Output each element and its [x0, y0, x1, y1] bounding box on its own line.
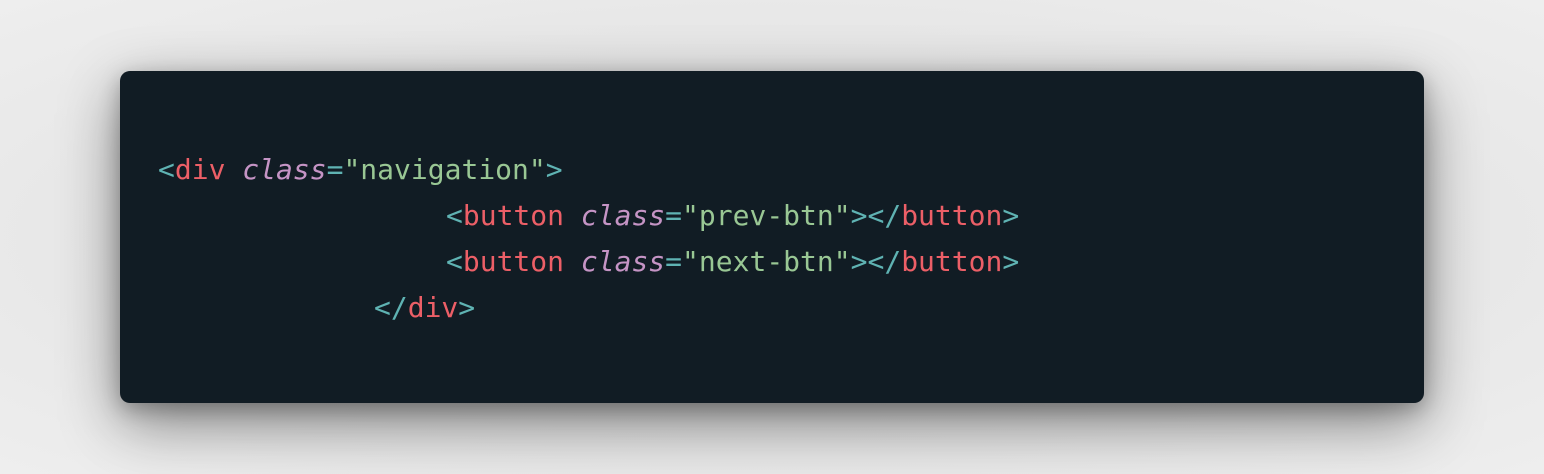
tag-name: button — [462, 199, 565, 232]
end-tag-name: button — [901, 199, 1003, 232]
tag-name: div — [174, 153, 226, 186]
tag-open-bracket: < — [158, 153, 175, 186]
code-line-div-open: <div class="navigation"> — [158, 147, 1019, 193]
end-tag-open-bracket: </ — [867, 199, 902, 232]
code-line-prev-button: <button class="prev-btn"></button> — [158, 193, 1019, 239]
tag-close-bracket: > — [850, 199, 868, 232]
end-tag-open-bracket: </ — [374, 291, 408, 324]
attribute-value: "prev-btn" — [682, 199, 851, 232]
code-block: <div class="navigation"> <button class="p… — [158, 147, 1019, 331]
page-background: <div class="navigation"> <button class="p… — [0, 0, 1544, 474]
attribute-name: class — [242, 153, 327, 186]
end-tag-name: button — [901, 245, 1003, 278]
equals-sign: = — [326, 153, 344, 186]
end-tag-open-bracket: </ — [867, 245, 902, 278]
tag-name: button — [462, 245, 565, 278]
end-tag-close-bracket: > — [1002, 245, 1020, 278]
tag-close-bracket: > — [850, 245, 868, 278]
attribute-value: "next-btn" — [682, 245, 851, 278]
tag-open-bracket: < — [446, 245, 463, 278]
tag-close-bracket: > — [545, 153, 563, 186]
code-snippet-window: <div class="navigation"> <button class="p… — [120, 71, 1424, 403]
code-line-next-button: <button class="next-btn"></button> — [158, 239, 1019, 285]
end-tag-name: div — [407, 291, 459, 324]
tag-open-bracket: < — [446, 199, 463, 232]
end-tag-close-bracket: > — [458, 291, 476, 324]
code-line-div-close: </div> — [158, 285, 1019, 331]
equals-sign: = — [665, 245, 683, 278]
attribute-name: class — [580, 245, 666, 278]
equals-sign: = — [665, 199, 683, 232]
attribute-name: class — [580, 199, 666, 232]
end-tag-close-bracket: > — [1002, 199, 1020, 232]
attribute-value: "navigation" — [343, 153, 546, 186]
